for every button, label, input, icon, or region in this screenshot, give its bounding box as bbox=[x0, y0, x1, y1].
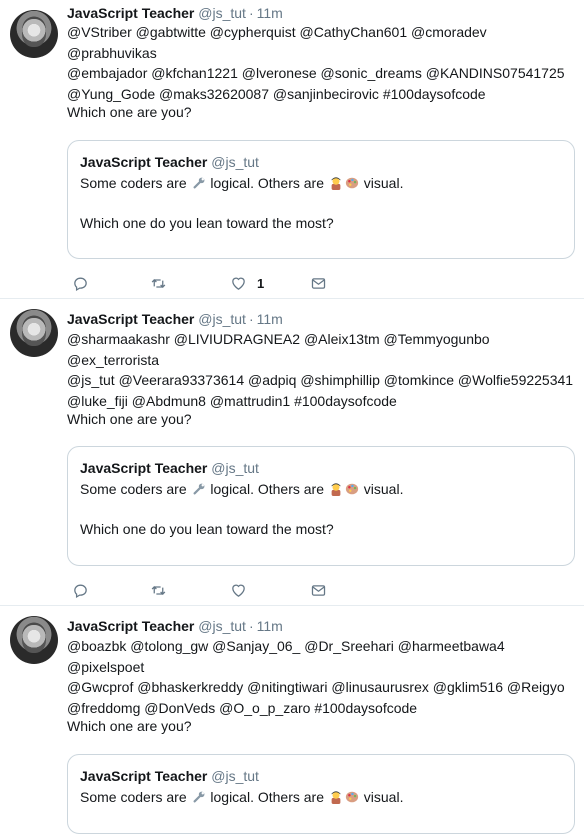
author-name[interactable]: JavaScript Teacher bbox=[67, 5, 194, 21]
author-handle[interactable]: @js_tut bbox=[198, 311, 246, 327]
palette-emoji-icon bbox=[345, 175, 359, 189]
mention-line[interactable]: @sharmaakashr @LIVIUDRAGNEA2 @Aleix13tm … bbox=[67, 329, 577, 370]
like-button[interactable]: 1 bbox=[230, 272, 264, 294]
wrench-emoji-icon bbox=[192, 175, 206, 189]
tweet-actions bbox=[72, 579, 372, 601]
quoted-text: logical. Others are bbox=[210, 481, 324, 497]
wrench-emoji-icon bbox=[192, 481, 206, 495]
quoted-text: Some coders are bbox=[80, 175, 187, 191]
quoted-tweet[interactable]: JavaScript Teacher @js_tut Some coders a… bbox=[67, 140, 575, 259]
mention-line[interactable]: @freddomg @DonVeds @O_o_p_zaro #100dayso… bbox=[67, 698, 577, 719]
quoted-text: visual. bbox=[363, 175, 404, 191]
quoted-text: logical. Others are bbox=[210, 789, 324, 805]
quoted-author-name: JavaScript Teacher bbox=[80, 154, 208, 170]
author-name[interactable]: JavaScript Teacher bbox=[67, 311, 194, 327]
like-count: 1 bbox=[257, 275, 265, 291]
quoted-text-line: Some coders are logical. Others are visu… bbox=[80, 787, 403, 807]
reply-button[interactable] bbox=[72, 272, 89, 294]
wrench-emoji-icon bbox=[192, 789, 206, 803]
like-button[interactable] bbox=[230, 579, 257, 601]
quoted-text-line: Which one do you lean toward the most? bbox=[80, 215, 334, 231]
author-handle[interactable]: @js_tut bbox=[198, 5, 246, 21]
quoted-tweet[interactable]: JavaScript Teacher @js_tut Some coders a… bbox=[67, 446, 575, 566]
retweet-button[interactable] bbox=[150, 579, 167, 601]
quoted-text-line: Some coders are logical. Others are visu… bbox=[80, 479, 403, 499]
timestamp[interactable]: 11m bbox=[257, 311, 283, 327]
heart-icon bbox=[232, 277, 245, 290]
quoted-text: visual. bbox=[363, 789, 404, 805]
avatar[interactable] bbox=[10, 616, 58, 664]
tweet[interactable]: JavaScript Teacher @js_tut · 11m @boazbk @… bbox=[0, 606, 584, 834]
tweet-text: @sharmaakashr @LIVIUDRAGNEA2 @Aleix13tm … bbox=[67, 329, 577, 411]
quoted-author-handle: @js_tut bbox=[211, 154, 259, 170]
reply-button[interactable] bbox=[72, 579, 89, 601]
tweet-actions: 1 bbox=[72, 272, 372, 294]
teacher-emoji-icon bbox=[329, 481, 343, 496]
palette-emoji-icon bbox=[345, 789, 359, 803]
timestamp[interactable]: 11m bbox=[257, 5, 283, 21]
quoted-text-line: Some coders are logical. Others are visu… bbox=[80, 173, 403, 193]
reply-icon bbox=[74, 584, 87, 598]
envelope-icon bbox=[311, 584, 326, 596]
quoted-text: visual. bbox=[363, 481, 404, 497]
quoted-text-line: Which one do you lean toward the most? bbox=[80, 521, 334, 537]
tweet-question: Which one are you? bbox=[67, 411, 192, 427]
separator-dot: · bbox=[248, 311, 254, 327]
heart-icon bbox=[232, 584, 245, 597]
quoted-author-handle: @js_tut bbox=[211, 768, 259, 784]
tweet-header: JavaScript Teacher @js_tut · 11m bbox=[67, 617, 283, 635]
quoted-tweet[interactable]: JavaScript Teacher @js_tut Some coders a… bbox=[67, 754, 575, 834]
tweet-text: @boazbk @tolong_gw @Sanjay_06_ @Dr_Sreeh… bbox=[67, 636, 577, 718]
tweet[interactable]: JavaScript Teacher @js_tut · 11m @sharmaak… bbox=[0, 299, 584, 606]
mention-line[interactable]: @embajador @kfchan1221 @lveronese @sonic… bbox=[67, 63, 577, 84]
message-button[interactable] bbox=[310, 272, 327, 294]
author-handle[interactable]: @js_tut bbox=[198, 618, 246, 634]
tweet-text: @VStriber @gabtwitte @cypherquist @Cathy… bbox=[67, 22, 577, 104]
avatar[interactable] bbox=[10, 10, 58, 58]
palette-emoji-icon bbox=[345, 481, 359, 495]
message-button[interactable] bbox=[310, 579, 327, 601]
quoted-header: JavaScript Teacher @js_tut bbox=[80, 153, 259, 171]
quoted-text: logical. Others are bbox=[210, 175, 324, 191]
mention-line[interactable]: @Yung_Gode @maks32620087 @sanjinbecirovi… bbox=[67, 84, 577, 105]
timestamp[interactable]: 11m bbox=[257, 618, 283, 634]
author-name[interactable]: JavaScript Teacher bbox=[67, 618, 194, 634]
teacher-emoji-icon bbox=[329, 789, 343, 804]
mention-line[interactable]: @js_tut @Veerara93373614 @adpiq @shimphi… bbox=[67, 370, 577, 391]
separator-dot: · bbox=[248, 618, 254, 634]
retweet-icon bbox=[151, 585, 166, 595]
quoted-header: JavaScript Teacher @js_tut bbox=[80, 459, 259, 477]
avatar[interactable] bbox=[10, 309, 58, 357]
quoted-author-name: JavaScript Teacher bbox=[80, 460, 208, 476]
teacher-emoji-icon bbox=[329, 175, 343, 190]
envelope-icon bbox=[311, 277, 326, 289]
retweet-button[interactable] bbox=[150, 272, 167, 294]
quoted-text: Some coders are bbox=[80, 481, 187, 497]
tweet-header: JavaScript Teacher @js_tut · 11m bbox=[67, 4, 283, 22]
quoted-author-handle: @js_tut bbox=[211, 460, 259, 476]
mention-line[interactable]: @VStriber @gabtwitte @cypherquist @Cathy… bbox=[67, 22, 577, 63]
separator-dot: · bbox=[248, 5, 254, 21]
tweet-header: JavaScript Teacher @js_tut · 11m bbox=[67, 310, 283, 328]
mention-line[interactable]: @luke_fiji @Abdmun8 @mattrudin1 #100days… bbox=[67, 391, 577, 412]
reply-icon bbox=[74, 277, 87, 291]
mention-line[interactable]: @boazbk @tolong_gw @Sanjay_06_ @Dr_Sreeh… bbox=[67, 636, 577, 677]
quoted-author-name: JavaScript Teacher bbox=[80, 768, 208, 784]
tweet-question: Which one are you? bbox=[67, 718, 192, 734]
tweet-question: Which one are you? bbox=[67, 104, 192, 120]
quoted-text: Some coders are bbox=[80, 789, 187, 805]
quoted-header: JavaScript Teacher @js_tut bbox=[80, 767, 259, 785]
tweet[interactable]: JavaScript Teacher @js_tut · 11m @VStriber… bbox=[0, 0, 584, 299]
mention-line[interactable]: @Gwcprof @bhaskerkreddy @nitingtiwari @l… bbox=[67, 677, 577, 698]
retweet-icon bbox=[151, 278, 166, 288]
